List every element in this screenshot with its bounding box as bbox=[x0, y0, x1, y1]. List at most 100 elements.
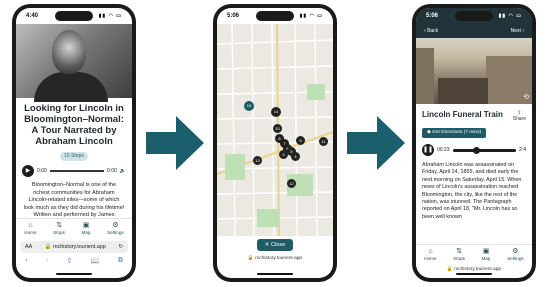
stops-badge[interactable]: 15 Stops bbox=[60, 152, 88, 161]
chevron-left-icon: ‹ bbox=[424, 28, 426, 34]
next-label: Next bbox=[510, 28, 521, 34]
tab-map[interactable]: ▣ Map bbox=[82, 222, 91, 238]
list-icon: ⇅ bbox=[56, 222, 62, 229]
lock-icon: 🔒 bbox=[44, 244, 52, 250]
back-icon[interactable]: ‹ bbox=[25, 257, 27, 265]
url-bar[interactable]: AA 🔒 mchistory.tourient.app ↻ bbox=[20, 241, 128, 253]
portrait-head bbox=[52, 30, 86, 74]
map-marker[interactable]: 4 bbox=[291, 152, 300, 161]
stop-title-row: Lincoln Funeral Train ⇪ Share bbox=[416, 104, 532, 124]
gear-icon: ⚙ bbox=[112, 222, 119, 229]
url-value: mchistory.tourient.app bbox=[255, 256, 303, 261]
audio-scrubber[interactable] bbox=[472, 146, 480, 154]
back-label: Back bbox=[427, 28, 439, 34]
tab-label: Map bbox=[81, 230, 91, 235]
portrait-coat bbox=[34, 72, 108, 102]
tab-bar: ⌂ Home ⇅ Stops ▣ Map ⚙ Settings bbox=[16, 218, 132, 238]
url-text[interactable]: 🔒 mchistory.tourient.app bbox=[416, 267, 532, 272]
signal-battery-icon: ▮▮ ◠ ▭ bbox=[498, 13, 522, 19]
volume-icon[interactable]: 🔈 bbox=[120, 168, 126, 174]
url-text: 🔒 mchistory.tourient.app bbox=[45, 244, 106, 250]
next-button[interactable]: Next › bbox=[511, 28, 524, 34]
tab-label: Stops bbox=[53, 230, 65, 235]
history-icon[interactable]: ⟲ bbox=[523, 93, 529, 101]
audio-player: ❚❚ 00:23 2:4 bbox=[416, 144, 532, 156]
audio-track[interactable] bbox=[49, 170, 105, 172]
phone-tour-map: 5:06 ▮▮ ◠ ▭ 15 14 10 9 8 5 4 3 11 12 13 … bbox=[213, 4, 337, 282]
audio-end-time: 0:00 bbox=[107, 168, 117, 174]
bookmarks-icon[interactable]: 📖 bbox=[91, 257, 100, 265]
screen: 5:06 ▮▮ ◠ ▭ 15 14 10 9 8 5 4 3 11 12 13 … bbox=[217, 8, 333, 278]
directions-icon: ◆ bbox=[427, 130, 431, 135]
url-value: mchistory.tourient.app bbox=[454, 267, 502, 272]
map-marker[interactable]: 9 bbox=[296, 136, 305, 145]
tab-bar: ⌂ Home ⇅ Stops ▣ Map ⚙ Settings bbox=[416, 244, 532, 266]
lock-icon: 🔒 bbox=[446, 267, 453, 272]
share-label: Share bbox=[512, 116, 526, 122]
audio-current-time: 00:23 bbox=[437, 147, 450, 153]
status-time: 5:06 bbox=[426, 13, 439, 19]
share-icon[interactable]: ⇪ bbox=[67, 257, 73, 265]
audio-player: ▶ 0:00 0:00 🔈 bbox=[16, 165, 132, 177]
map-marker[interactable]: 3 bbox=[279, 150, 288, 159]
photo-crowd bbox=[438, 78, 488, 104]
tab-settings[interactable]: ⚙ Settings bbox=[507, 248, 524, 266]
tour-map[interactable]: 15 14 10 9 8 7 6 5 4 3 11 12 13 bbox=[217, 24, 333, 236]
phone-tour-overview: 4:40 ▮▮ ◠ ▭ Looking for Lincoln in Bloom… bbox=[12, 4, 136, 282]
tour-title: Looking for Lincoln in Bloomington–Norma… bbox=[24, 103, 124, 147]
phone-stop-detail: 5:06 ▮▮ ◠ ▭ ‹ Back Next › ⟲ Lincoln Fune… bbox=[412, 4, 536, 282]
back-button[interactable]: ‹ Back bbox=[424, 28, 438, 34]
home-icon: ⌂ bbox=[428, 248, 433, 255]
home-icon: ⌂ bbox=[28, 222, 33, 229]
directions-button[interactable]: ◆ Get Directions (7 mins) bbox=[422, 128, 486, 138]
close-icon: ✕ bbox=[264, 242, 270, 248]
audio-track[interactable] bbox=[452, 146, 517, 154]
tab-label: Settings bbox=[107, 230, 124, 235]
lock-icon: 🔒 bbox=[247, 256, 254, 261]
tab-label: Settings bbox=[507, 256, 524, 261]
tab-label: Stops bbox=[453, 256, 465, 261]
directions-label: Get Directions (7 mins) bbox=[432, 130, 482, 135]
tab-home[interactable]: ⌂ Home bbox=[424, 248, 436, 266]
tab-stops[interactable]: ⇅ Stops bbox=[53, 222, 65, 238]
screen: 4:40 ▮▮ ◠ ▭ Looking for Lincoln in Bloom… bbox=[16, 8, 132, 278]
notch bbox=[256, 11, 294, 21]
tab-stops[interactable]: ⇅ Stops bbox=[453, 248, 465, 266]
tab-map[interactable]: ▣ Map bbox=[482, 248, 491, 266]
tab-home[interactable]: ⌂ Home bbox=[24, 222, 36, 238]
map-marker[interactable]: 15 bbox=[244, 101, 254, 111]
home-indicator bbox=[257, 273, 293, 275]
pause-icon[interactable]: ❚❚ bbox=[422, 144, 434, 156]
signal-battery-icon: ▮▮ ◠ ▭ bbox=[98, 13, 122, 19]
notch bbox=[55, 11, 93, 21]
forward-icon[interactable]: › bbox=[46, 257, 48, 265]
tab-settings[interactable]: ⚙ Settings bbox=[107, 222, 124, 238]
arrow-right-icon bbox=[347, 116, 405, 170]
map-marker[interactable]: 11 bbox=[319, 137, 328, 146]
map-marker[interactable]: 12 bbox=[287, 179, 296, 188]
list-icon: ⇅ bbox=[456, 248, 462, 255]
url-text[interactable]: 🔒 mchistory.tourient.app bbox=[217, 256, 333, 261]
play-icon[interactable]: ▶ bbox=[22, 165, 34, 177]
arrow-right-icon bbox=[146, 116, 204, 170]
reload-icon[interactable]: ↻ bbox=[118, 244, 123, 250]
close-button[interactable]: ✕ Close bbox=[256, 239, 294, 251]
close-bar: ✕ Close bbox=[217, 236, 333, 254]
map-marker[interactable]: 14 bbox=[271, 107, 281, 117]
share-button[interactable]: ⇪ Share bbox=[513, 110, 526, 122]
photo-building bbox=[416, 48, 434, 104]
stop-nav-header: ‹ Back Next › bbox=[416, 24, 532, 38]
text-size-button[interactable]: AA bbox=[25, 244, 32, 250]
close-label: Close bbox=[270, 242, 286, 248]
audio-start-time: 0:00 bbox=[37, 168, 47, 174]
funeral-train-photo: ⟲ bbox=[416, 38, 532, 104]
stop-description: Abraham Lincoln was assassinated on Frid… bbox=[422, 162, 522, 220]
map-icon: ▣ bbox=[482, 248, 490, 255]
tab-label: Home bbox=[24, 230, 37, 235]
map-marker[interactable]: 13 bbox=[253, 156, 262, 165]
url-value: mchistory.tourient.app bbox=[53, 244, 106, 250]
status-time: 5:06 bbox=[227, 13, 240, 19]
tabs-icon[interactable]: ⧉ bbox=[118, 257, 123, 265]
map-marker[interactable]: 10 bbox=[273, 124, 282, 133]
signal-battery-icon: ▮▮ ◠ ▭ bbox=[299, 13, 323, 19]
